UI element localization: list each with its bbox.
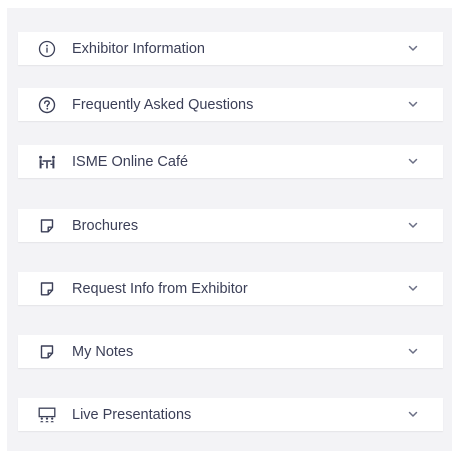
accordion-item-live-presentations[interactable]: Live Presentations	[18, 398, 443, 431]
accordion-item-exhibitor-information[interactable]: Exhibitor Information	[18, 32, 443, 65]
accordion-item-label: Brochures	[72, 218, 139, 234]
chevron-down-icon[interactable]	[407, 155, 419, 167]
accordion-item-label: Frequently Asked Questions	[72, 97, 254, 113]
chevron-down-icon[interactable]	[407, 98, 419, 110]
chevron-down-icon[interactable]	[407, 219, 419, 231]
accordion-item-label: ISME Online Café	[72, 154, 189, 170]
accordion-item-label: My Notes	[72, 344, 134, 360]
people-table-icon	[38, 153, 56, 171]
accordion-item-request-info[interactable]: Request Info from Exhibitor	[18, 272, 443, 305]
chevron-down-icon[interactable]	[407, 345, 419, 357]
chevron-down-icon[interactable]	[407, 42, 419, 54]
accordion-panel: Exhibitor Information Frequently Asked Q…	[7, 8, 452, 451]
chevron-down-icon[interactable]	[407, 282, 419, 294]
note-icon	[38, 217, 56, 235]
accordion-item-faq[interactable]: Frequently Asked Questions	[18, 88, 443, 121]
accordion-item-brochures[interactable]: Brochures	[18, 209, 443, 242]
note-icon	[38, 343, 56, 361]
chevron-down-icon[interactable]	[407, 408, 419, 420]
question-circle-icon	[38, 96, 56, 114]
accordion-item-my-notes[interactable]: My Notes	[18, 335, 443, 368]
accordion-item-label: Live Presentations	[72, 407, 192, 423]
info-circle-icon	[38, 40, 56, 58]
note-icon	[38, 280, 56, 298]
accordion-item-isme-online-cafe[interactable]: ISME Online Café	[18, 145, 443, 178]
accordion-item-label: Exhibitor Information	[72, 41, 205, 57]
presentation-audience-icon	[38, 406, 56, 424]
accordion-item-label: Request Info from Exhibitor	[72, 281, 248, 297]
